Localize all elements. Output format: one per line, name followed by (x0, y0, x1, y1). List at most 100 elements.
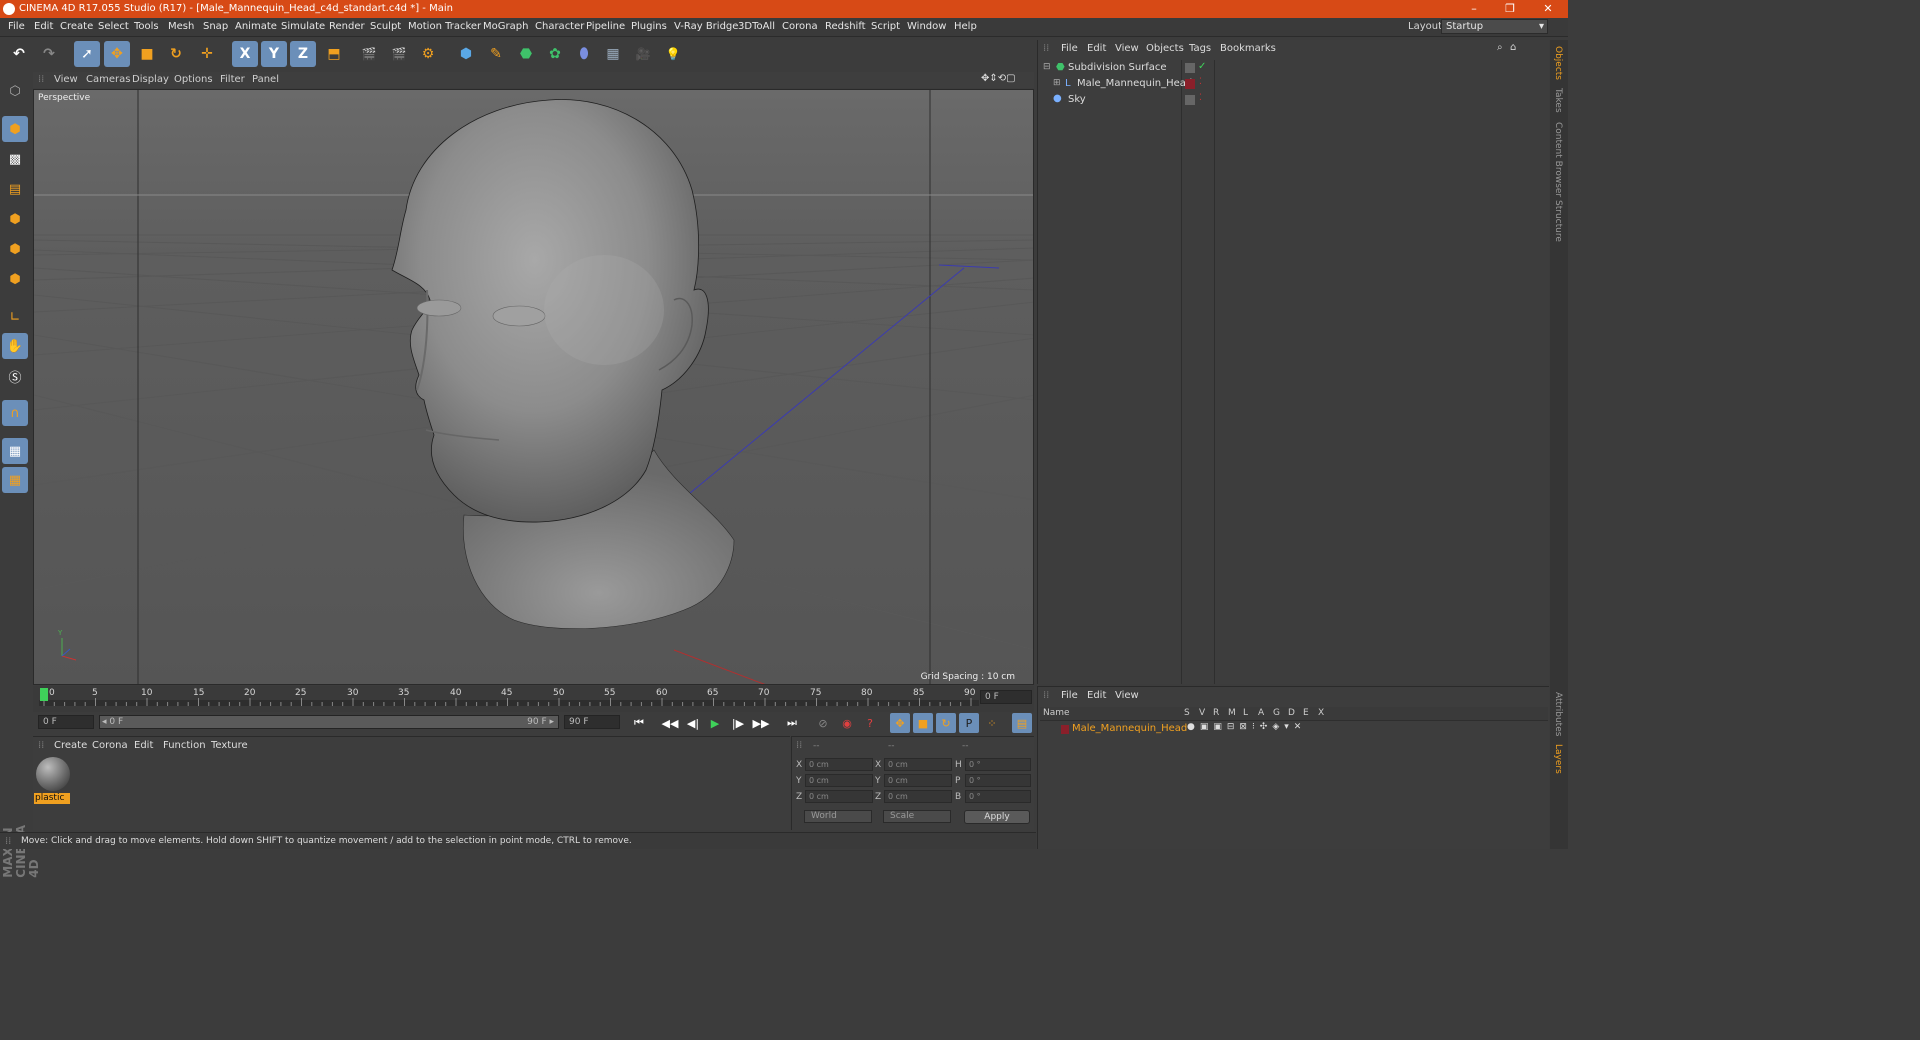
menu-character[interactable]: Character (535, 21, 584, 32)
mograph-cloner-button[interactable]: ✿ (542, 41, 568, 67)
search-icon[interactable]: ⌕ (1497, 42, 1503, 53)
object-row[interactable]: ⊟ ⬣ Subdivision Surface ✓ (1040, 61, 1550, 77)
viewport-menu-cameras[interactable]: Cameras (86, 74, 130, 85)
visibility-dots-icon[interactable]: ⁚ (1199, 77, 1202, 87)
key-parameter-button[interactable]: P (959, 713, 979, 733)
timeline-ruler[interactable]: 0 5 10 15 20 25 30 35 40 45 50 55 60 65 … (33, 686, 1034, 714)
live-selection-tool[interactable]: ➚ (74, 41, 100, 67)
material-name[interactable]: plastic (34, 793, 70, 804)
menu-tools[interactable]: Tools (134, 21, 159, 32)
close-button[interactable]: ✕ (1530, 0, 1566, 18)
current-frame-marker[interactable] (40, 688, 48, 701)
menu-help[interactable]: Help (954, 21, 977, 32)
y-axis-lock[interactable]: Y (261, 41, 287, 67)
workplane-mode-icon[interactable]: ▤ (2, 176, 28, 202)
tweak-mode-icon[interactable]: ✋ (2, 333, 28, 359)
tab-content-browser[interactable]: Content Browser (1553, 122, 1563, 197)
menu-motion-tracker[interactable]: Motion Tracker (408, 21, 481, 32)
menu-sculpt[interactable]: Sculpt (370, 21, 401, 32)
menu-vray-bridge[interactable]: V-Ray Bridge (674, 21, 738, 32)
object-row[interactable]: ⊞ Ⅼ Male_Mannequin_Head ⁚ (1040, 77, 1550, 93)
restore-button[interactable]: ❐ (1492, 0, 1528, 18)
visibility-dots-icon[interactable]: ⁚ (1199, 93, 1202, 103)
preview-range-slider[interactable]: ◂ 0 F 90 F ▸ (99, 715, 559, 729)
menu-script[interactable]: Script (871, 21, 900, 32)
key-rotation-button[interactable]: ↻ (936, 713, 956, 733)
menu-create[interactable]: Create (60, 21, 93, 32)
layer-menu-edit[interactable]: Edit (1087, 690, 1106, 701)
points-mode-icon[interactable]: ⬢ (2, 206, 28, 232)
size-y-field[interactable]: 0 cm (884, 774, 952, 787)
prev-frame-button[interactable]: ◀| (683, 713, 703, 733)
scale-tool[interactable]: ■ (134, 41, 160, 67)
tab-takes[interactable]: Takes (1553, 88, 1563, 113)
polygons-mode-icon[interactable]: ⬢ (2, 266, 28, 292)
model-mode-icon[interactable]: ⬢ (2, 116, 28, 142)
next-key-button[interactable]: ▶▶ (751, 713, 771, 733)
layer-menu-view[interactable]: View (1115, 690, 1139, 701)
layer-menu-file[interactable]: File (1061, 690, 1078, 701)
menu-mograph[interactable]: MoGraph (483, 21, 528, 32)
rot-b-field[interactable]: 0 ° (965, 790, 1031, 803)
snap-magnet-icon[interactable]: ∩ (2, 400, 28, 426)
end-frame-field[interactable]: 90 F (564, 715, 620, 729)
objects-menu-bookmarks[interactable]: Bookmarks (1220, 43, 1276, 54)
objects-menu-view[interactable]: View (1115, 43, 1139, 54)
menu-select[interactable]: Select (98, 21, 129, 32)
x-axis-lock[interactable]: X (232, 41, 258, 67)
menu-redshift[interactable]: Redshift (825, 21, 866, 32)
menu-animate[interactable]: Animate (235, 21, 277, 32)
layer-name[interactable]: Male_Mannequin_Head (1072, 723, 1187, 734)
redo-button[interactable]: ↷ (36, 41, 62, 67)
spline-pen-button[interactable]: ✎ (483, 41, 509, 67)
play-button[interactable]: ▶ (705, 713, 725, 733)
material-menu-texture[interactable]: Texture (211, 740, 248, 751)
tab-objects[interactable]: Objects (1553, 46, 1563, 80)
minimize-button[interactable]: – (1456, 0, 1492, 18)
render-picture-viewer-button[interactable]: 🎬 (386, 41, 412, 67)
autokey-button[interactable]: ◉ (837, 713, 857, 733)
object-row[interactable]: ● Sky ⁚ (1040, 93, 1550, 109)
enabled-check-icon[interactable]: ✓ (1198, 61, 1206, 72)
apply-button[interactable]: Apply (964, 810, 1030, 824)
texture-mode-icon[interactable]: ▩ (2, 146, 28, 172)
menu-file[interactable]: File (8, 21, 25, 32)
layer-row[interactable]: Male_Mannequin_Head ●▣▣⊟⊠⁝✣◈▾✕ (1040, 722, 1548, 737)
floor-button[interactable]: ▦ (600, 41, 626, 67)
home-icon[interactable]: ⌂ (1510, 42, 1516, 53)
solo-mode-icon[interactable]: Ⓢ (2, 363, 28, 389)
coordinate-mode-dropdown[interactable]: World (804, 810, 872, 823)
render-settings-button[interactable]: ⚙ (415, 41, 441, 67)
last-tool[interactable]: ✛ (194, 41, 220, 67)
light-button[interactable]: 💡 (660, 41, 686, 67)
menu-simulate[interactable]: Simulate (281, 21, 325, 32)
material-preview-ball[interactable] (36, 757, 70, 791)
objects-menu-tags[interactable]: Tags (1189, 43, 1211, 54)
objects-menu-file[interactable]: File (1061, 43, 1078, 54)
material-menu-function[interactable]: Function (163, 740, 206, 751)
menu-edit[interactable]: Edit (34, 21, 53, 32)
size-z-field[interactable]: 0 cm (884, 790, 952, 803)
key-scale-button[interactable]: ■ (913, 713, 933, 733)
camera-button[interactable]: 🎥 (630, 41, 656, 67)
pos-x-field[interactable]: 0 cm (805, 758, 873, 771)
subdivision-surface-button[interactable]: ⬣ (513, 41, 539, 67)
layout-dropdown[interactable]: Startup ▾ (1441, 19, 1548, 34)
rot-p-field[interactable]: 0 ° (965, 774, 1031, 787)
material-menu-create[interactable]: Create (54, 740, 87, 751)
objects-menu-edit[interactable]: Edit (1087, 43, 1106, 54)
expand-icon[interactable]: ⊞ (1053, 78, 1061, 88)
rot-h-field[interactable]: 0 ° (965, 758, 1031, 771)
collapse-icon[interactable]: ⊟ (1043, 62, 1051, 72)
start-frame-field[interactable]: 0 F (38, 715, 94, 729)
material-menu-corona[interactable]: Corona (92, 740, 128, 751)
pos-y-field[interactable]: 0 cm (805, 774, 873, 787)
record-keys-button[interactable]: ⊘ (813, 713, 833, 733)
edges-mode-icon[interactable]: ⬢ (2, 236, 28, 262)
render-view-button[interactable]: 🎬 (356, 41, 382, 67)
pos-z-field[interactable]: 0 cm (805, 790, 873, 803)
rotate-tool[interactable]: ↻ (163, 41, 189, 67)
key-pla-button[interactable]: ⁘ (982, 713, 1002, 733)
viewport-menu-panel[interactable]: Panel (252, 74, 279, 85)
menu-pipeline[interactable]: Pipeline (586, 21, 625, 32)
